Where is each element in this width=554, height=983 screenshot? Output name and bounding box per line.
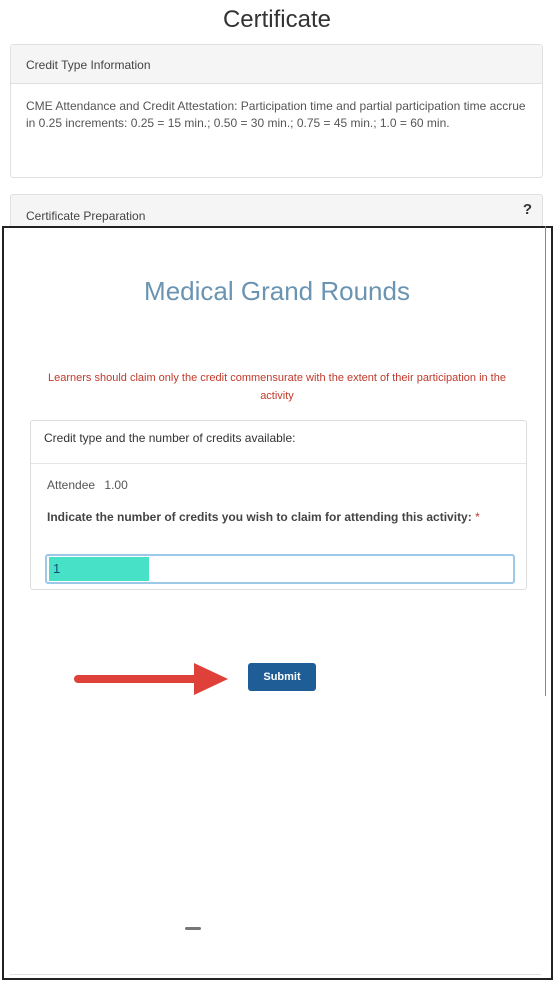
submit-button[interactable]: Submit bbox=[248, 663, 316, 691]
credit-type-description: CME Attendance and Credit Attestation: P… bbox=[26, 99, 526, 130]
credit-card: Credit type and the number of credits av… bbox=[30, 420, 527, 590]
certificate-form-container bbox=[2, 226, 553, 980]
input-highlight bbox=[49, 557, 149, 581]
help-icon[interactable]: ? bbox=[523, 201, 532, 218]
certificate-panel-header: Certificate Preparation ? bbox=[10, 194, 543, 227]
attendee-row: Attendee 1.00 bbox=[47, 478, 128, 492]
required-marker: * bbox=[475, 510, 480, 524]
stray-mark bbox=[185, 927, 201, 930]
divider bbox=[31, 463, 526, 464]
attendee-credits: 1.00 bbox=[104, 478, 128, 492]
credit-claim-value[interactable]: 1 bbox=[53, 561, 60, 576]
page-title: Certificate bbox=[222, 6, 332, 33]
certificate-panel-heading: Certificate Preparation bbox=[26, 209, 146, 223]
divider bbox=[10, 974, 541, 975]
claim-warning: Learners should claim only the credit co… bbox=[48, 372, 506, 402]
pointer-arrow-icon bbox=[74, 663, 228, 695]
credit-type-panel: Credit Type Information CME Attendance a… bbox=[10, 44, 543, 178]
credit-heading: Credit type and the number of credits av… bbox=[44, 431, 296, 445]
claim-label: Indicate the number of credits you wish … bbox=[47, 508, 517, 526]
claim-label-text: Indicate the number of credits you wish … bbox=[47, 510, 472, 524]
event-title: Medical Grand Rounds bbox=[144, 276, 410, 306]
credit-type-heading: Credit Type Information bbox=[11, 45, 542, 84]
attendee-label: Attendee bbox=[47, 478, 96, 492]
credit-claim-input[interactable]: 1 bbox=[45, 554, 515, 584]
